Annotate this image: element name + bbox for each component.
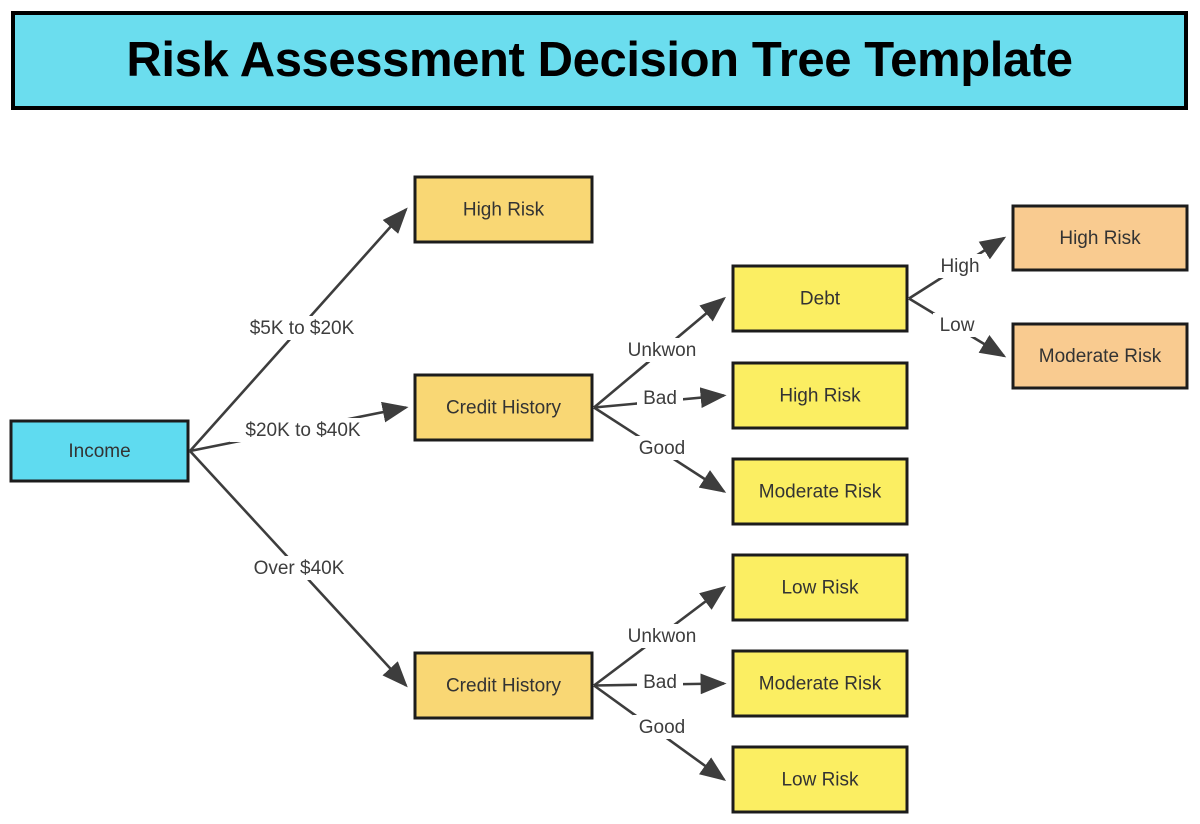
node-low2[interactable]: Low Risk [731,745,909,814]
edge-label-credit_low-to-mod2: Bad [637,670,683,694]
node-low1[interactable]: Low Risk [731,553,909,622]
label-text: $20K to $40K [245,420,360,441]
node-credit_mid[interactable]: Credit History [413,373,594,442]
label-text: Good [639,438,685,459]
node-label: High Risk [463,200,545,221]
node-label: Credit History [446,676,562,697]
node-label: High Risk [1059,228,1141,249]
label-text: $5K to $20K [250,318,355,339]
node-high2[interactable]: High Risk [731,361,909,430]
edge-label-credit_low-to-low2: Good [633,715,691,739]
node-mod2[interactable]: Moderate Risk [731,649,909,718]
node-label: Moderate Risk [1039,346,1162,367]
label-text: Low [940,315,975,336]
label-text: Good [639,717,685,738]
edge-label-debt-to-mod3: Low [933,313,981,337]
edge-label-credit_mid-to-debt: Unkwon [621,338,703,362]
label-text: Bad [643,388,677,409]
label-text: Over $40K [254,558,345,579]
node-label: Moderate Risk [759,482,882,503]
node-debt[interactable]: Debt [731,264,909,333]
diagram-canvas: Risk Assessment Decision Tree Template I… [0,0,1200,824]
node-label: High Risk [779,386,861,407]
label-text: Unkwon [628,626,697,647]
node-income[interactable]: Income [9,419,190,483]
node-label: Income [68,441,130,462]
nodes-layer: Income High Risk Credit History Credit Hist… [9,175,1189,814]
edge-label-credit_mid-to-mod1: Good [633,436,691,460]
node-mod1[interactable]: Moderate Risk [731,457,909,526]
node-label: Low Risk [781,578,859,599]
label-text: Unkwon [628,340,697,361]
label-text: High [940,256,979,277]
edge-label-credit_mid-to-high2: Bad [637,386,683,410]
edge-label-debt-to-high3: High [933,254,987,278]
node-credit_low[interactable]: Credit History [413,651,594,720]
node-label: Low Risk [781,770,859,791]
node-label: Credit History [446,398,562,419]
node-high1[interactable]: High Risk [413,175,594,244]
label-text: Bad [643,672,677,693]
node-high3[interactable]: High Risk [1011,204,1189,272]
node-label: Moderate Risk [759,674,882,695]
edge-label-credit_low-to-low1: Unkwon [621,624,703,648]
decision-tree-graphic: Income High Risk Credit History Credit Hist… [9,175,1189,814]
edge-label-income-to-credit_low: Over $40K [242,556,356,580]
node-mod3[interactable]: Moderate Risk [1011,322,1189,390]
node-label: Debt [800,289,841,310]
edge-label-income-to-high1: $5K to $20K [234,316,370,340]
edge-label-income-to-credit_mid: $20K to $40K [230,418,376,442]
